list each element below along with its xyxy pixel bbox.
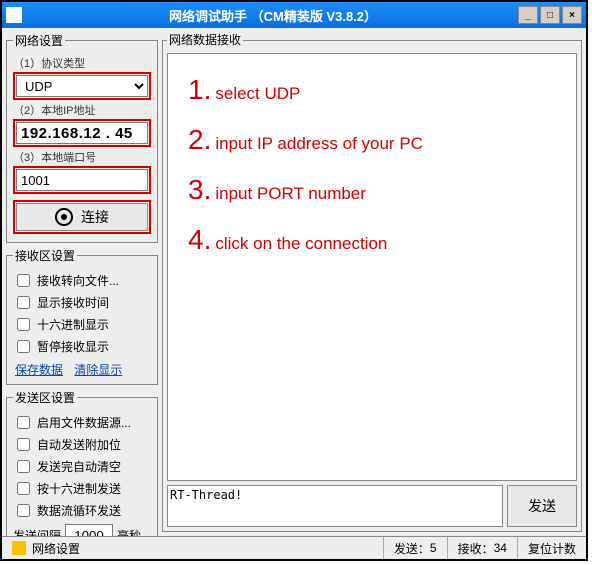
annotation-4: click on the connection: [215, 234, 387, 254]
highlight-connect: 连接: [13, 200, 151, 234]
interval-unit: 毫秒: [117, 527, 141, 537]
auto-clear-label: 发送完自动清空: [37, 458, 121, 475]
annotation-3: input PORT number: [215, 184, 366, 204]
right-column: 网络数据接收 1.select UDP 2.input IP address o…: [162, 32, 582, 532]
receive-settings-legend: 接收区设置: [13, 247, 77, 264]
reset-count-button[interactable]: 复位计数: [528, 540, 576, 557]
recv-count-value: 34: [494, 541, 507, 555]
file-source-label: 启用文件数据源...: [37, 414, 131, 431]
send-count-value: 5: [430, 541, 437, 555]
receive-area-group: 网络数据接收 1.select UDP 2.input IP address o…: [162, 32, 582, 532]
receive-settings-group: 接收区设置 接收转向文件... 显示接收时间 十六进制显示 暂停接收显示 保存数…: [6, 247, 158, 385]
ip-input[interactable]: [16, 122, 148, 144]
auto-clear-checkbox[interactable]: [17, 460, 30, 473]
status-bar: 网络设置 发送： 5 接收： 34 复位计数: [2, 536, 586, 559]
interval-label: 发送间隔: [13, 527, 61, 537]
auto-append-label: 自动发送附加位: [37, 436, 121, 453]
pause-recv-checkbox[interactable]: [17, 340, 30, 353]
close-button[interactable]: ×: [562, 6, 582, 24]
port-input[interactable]: [16, 169, 148, 191]
port-label: （3）本地端口号: [13, 149, 151, 165]
show-recv-time-label: 显示接收时间: [37, 294, 109, 311]
protocol-select[interactable]: UDP: [16, 75, 148, 97]
content-area: 网络设置 （1）协议类型 UDP （2）本地IP地址 （3）本地端口号: [2, 28, 586, 536]
send-button[interactable]: 发送: [507, 485, 577, 527]
hex-send-checkbox[interactable]: [17, 482, 30, 495]
highlight-ip: [13, 119, 151, 147]
hex-display-label: 十六进制显示: [37, 316, 109, 333]
protocol-label: （1）协议类型: [13, 55, 151, 71]
minimize-button[interactable]: _: [518, 6, 538, 24]
network-settings-group: 网络设置 （1）协议类型 UDP （2）本地IP地址 （3）本地端口号: [6, 32, 158, 243]
connect-label: 连接: [81, 207, 109, 227]
app-icon: [6, 7, 22, 23]
connect-status-icon: [55, 208, 73, 226]
auto-append-checkbox[interactable]: [17, 438, 30, 451]
maximize-button[interactable]: □: [540, 6, 560, 24]
pause-recv-label: 暂停接收显示: [37, 338, 109, 355]
hex-display-checkbox[interactable]: [17, 318, 30, 331]
app-window: 网络调试助手 （CM精装版 V3.8.2） _ □ × 网络设置 （1）协议类型…: [0, 0, 588, 561]
annotation-overlay: 1.select UDP 2.input IP address of your …: [188, 74, 423, 274]
connect-button[interactable]: 连接: [16, 203, 148, 231]
annotation-1: select UDP: [215, 84, 300, 104]
file-source-checkbox[interactable]: [17, 416, 30, 429]
highlight-port: [13, 166, 151, 194]
send-settings-legend: 发送区设置: [13, 389, 77, 406]
recv-to-file-label: 接收转向文件...: [37, 272, 119, 289]
send-count-label: 发送：: [394, 540, 430, 557]
clear-display-link[interactable]: 清除显示: [74, 363, 122, 377]
ip-label: （2）本地IP地址: [13, 102, 151, 118]
left-column: 网络设置 （1）协议类型 UDP （2）本地IP地址 （3）本地端口号: [6, 32, 158, 532]
window-buttons: _ □ ×: [518, 6, 582, 24]
interval-input[interactable]: [65, 524, 113, 536]
loop-send-label: 数据流循环发送: [37, 502, 121, 519]
hex-send-label: 按十六进制发送: [37, 480, 121, 497]
network-settings-legend: 网络设置: [13, 32, 65, 49]
annotation-2: input IP address of your PC: [215, 134, 423, 154]
send-area: 发送: [167, 485, 577, 527]
status-icon: [12, 541, 26, 555]
window-title: 网络调试助手 （CM精装版 V3.8.2）: [28, 6, 518, 25]
highlight-protocol: UDP: [13, 72, 151, 100]
save-data-link[interactable]: 保存数据: [15, 363, 63, 377]
receive-area-legend: 网络数据接收: [167, 31, 243, 48]
receive-textarea[interactable]: 1.select UDP 2.input IP address of your …: [167, 53, 577, 481]
titlebar: 网络调试助手 （CM精装版 V3.8.2） _ □ ×: [2, 2, 586, 28]
loop-send-checkbox[interactable]: [17, 504, 30, 517]
send-textarea[interactable]: [167, 485, 503, 527]
recv-to-file-checkbox[interactable]: [17, 274, 30, 287]
status-left: 网络设置: [32, 540, 80, 557]
send-settings-group: 发送区设置 启用文件数据源... 自动发送附加位 发送完自动清空 按十六进制发送…: [6, 389, 158, 536]
show-recv-time-checkbox[interactable]: [17, 296, 30, 309]
recv-count-label: 接收：: [458, 540, 494, 557]
